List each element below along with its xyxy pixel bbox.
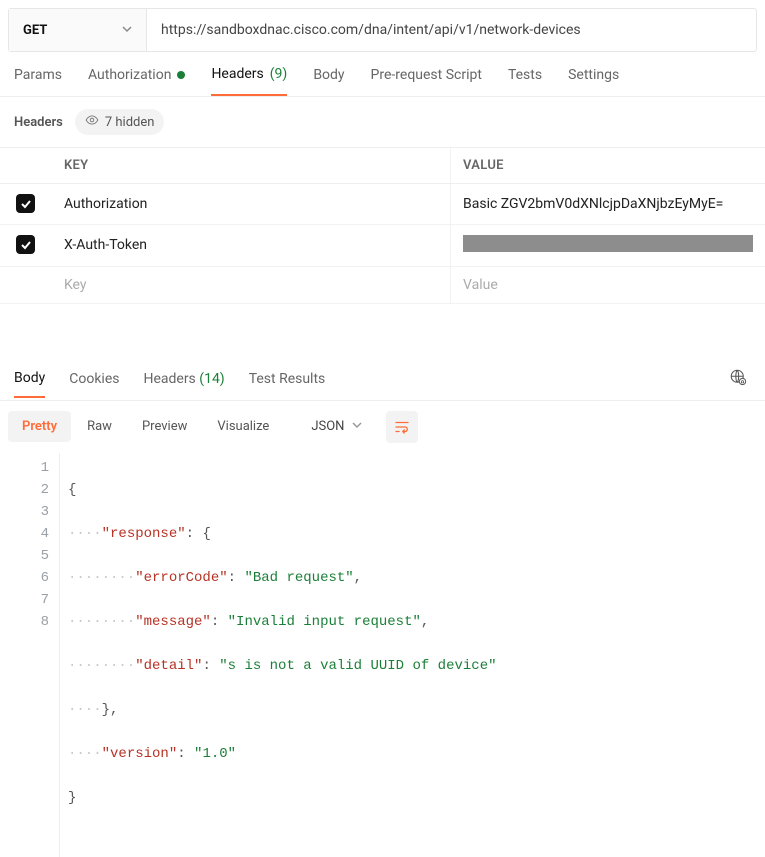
row-checkbox[interactable] (16, 194, 35, 213)
resp-tab-headers[interactable]: Headers (14) (143, 371, 224, 397)
tab-authorization-label: Authorization (88, 67, 171, 83)
eye-icon (85, 113, 99, 131)
header-key-placeholder[interactable]: Key (52, 266, 451, 303)
response-format-select[interactable]: JSON (303, 413, 370, 440)
header-value-placeholder[interactable]: Value (451, 266, 765, 303)
resp-tab-test-results[interactable]: Test Results (249, 371, 326, 397)
table-row: Authorization Basic ZGV2bmV0dXNlcjpDaXNj… (0, 184, 765, 225)
chevron-down-icon (122, 23, 132, 38)
tab-headers[interactable]: Headers (9) (211, 66, 287, 96)
header-value-input[interactable]: Basic ZGV2bmV0dXNlcjpDaXNjbzEyMyE= (451, 184, 765, 225)
resp-tab-headers-label: Headers (143, 371, 195, 387)
line-gutter: 12345678 (0, 453, 60, 857)
request-tabs: Params Authorization Headers (9) Body Pr… (0, 52, 765, 97)
http-method-label: GET (23, 23, 47, 38)
response-code[interactable]: { ····"response": { ········"errorCode":… (60, 453, 505, 857)
header-key-input[interactable]: X-Auth-Token (52, 224, 451, 266)
table-row: X-Auth-Token (0, 224, 765, 266)
globe-icon[interactable] (729, 368, 751, 400)
header-key-input[interactable]: Authorization (52, 184, 451, 225)
tab-headers-count: (9) (270, 66, 288, 82)
view-mode-group: Pretty Raw Preview Visualize (8, 411, 283, 442)
masked-token-value (463, 235, 753, 252)
column-key: KEY (52, 148, 451, 184)
headers-subheader: Headers 7 hidden (0, 97, 765, 147)
tab-body[interactable]: Body (313, 67, 344, 95)
row-checkbox[interactable] (16, 235, 35, 254)
resp-tab-body[interactable]: Body (14, 370, 45, 398)
response-format-label: JSON (311, 419, 344, 434)
headers-title: Headers (14, 115, 63, 130)
hidden-count-label: 7 hidden (105, 115, 155, 130)
response-tabs: Body Cookies Headers (14) Test Results (0, 354, 765, 401)
response-view-row: Pretty Raw Preview Visualize JSON (0, 401, 765, 453)
resp-tab-headers-count: (14) (199, 371, 224, 387)
tab-params[interactable]: Params (14, 67, 62, 95)
http-method-select[interactable]: GET (9, 9, 147, 51)
hidden-headers-toggle[interactable]: 7 hidden (75, 109, 165, 135)
tab-authorization[interactable]: Authorization (88, 67, 185, 95)
view-preview-button[interactable]: Preview (128, 411, 201, 442)
wrap-lines-button[interactable] (386, 411, 418, 443)
response-code-pane: 12345678 { ····"response": { ········"er… (0, 453, 765, 857)
tab-prerequest[interactable]: Pre-request Script (371, 67, 482, 95)
request-bar: GET https://sandboxdnac.cisco.com/dna/in… (8, 8, 757, 52)
header-value-input[interactable] (451, 224, 765, 266)
column-value: VALUE (451, 148, 765, 184)
view-visualize-button[interactable]: Visualize (203, 411, 283, 442)
chevron-down-icon (352, 420, 362, 433)
resp-tab-cookies[interactable]: Cookies (69, 371, 119, 397)
tab-headers-label: Headers (211, 66, 263, 82)
headers-table: KEY VALUE Authorization Basic ZGV2bmV0dX… (0, 147, 765, 304)
table-row-empty: Key Value (0, 266, 765, 303)
tab-settings[interactable]: Settings (568, 67, 619, 95)
request-url-input[interactable]: https://sandboxdnac.cisco.com/dna/intent… (147, 9, 756, 51)
status-dot-icon (177, 71, 185, 79)
tab-tests[interactable]: Tests (508, 67, 542, 95)
view-raw-button[interactable]: Raw (73, 411, 126, 442)
view-pretty-button[interactable]: Pretty (8, 411, 71, 442)
